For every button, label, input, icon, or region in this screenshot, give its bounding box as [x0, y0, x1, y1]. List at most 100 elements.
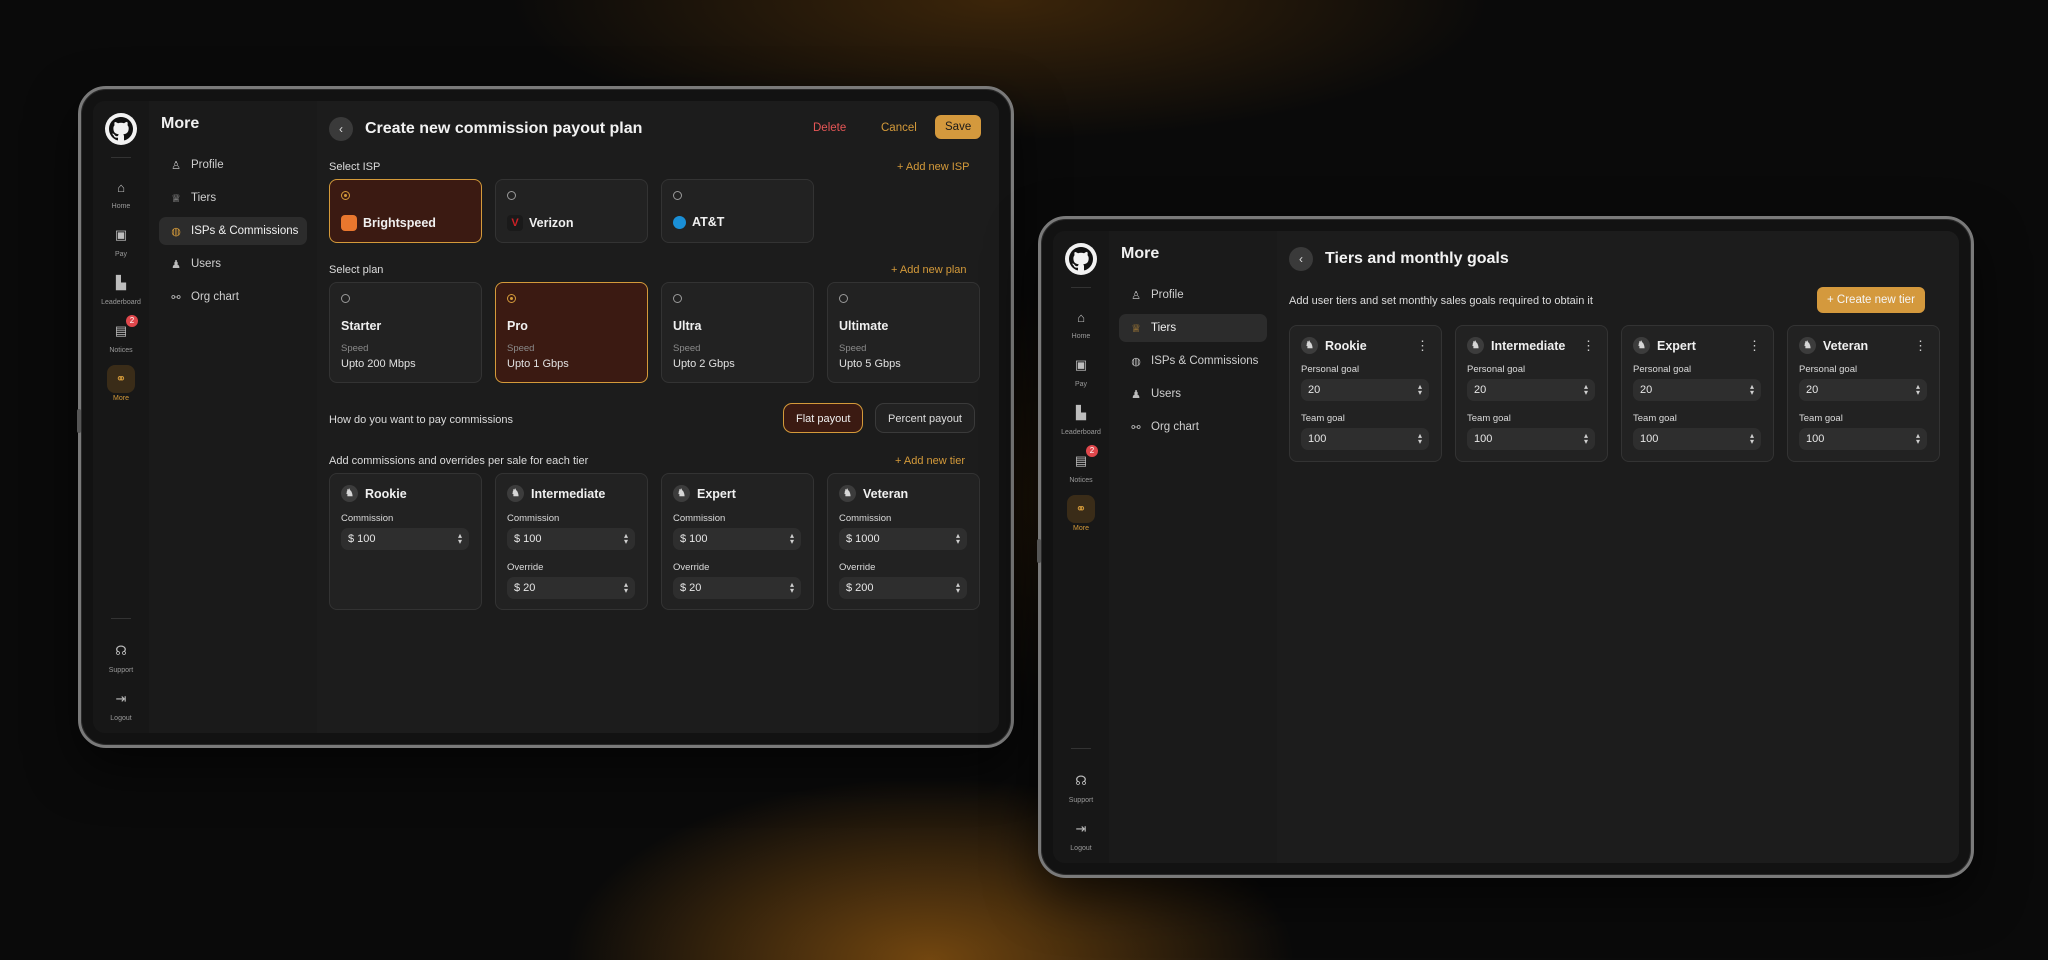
stepper-arrows-icon[interactable]: ▴ ▾	[790, 581, 794, 595]
rail-item-notices[interactable]: ▤ 2 Notices	[93, 315, 149, 354]
override-stepper[interactable]: $ 20 ▴ ▾	[507, 577, 635, 599]
back-button[interactable]: ‹	[329, 117, 353, 141]
team-goal-stepper[interactable]: 100 ▴ ▾	[1799, 428, 1927, 450]
override-stepper[interactable]: $ 200 ▴ ▾	[839, 577, 967, 599]
personal-goal-stepper[interactable]: 20 ▴ ▾	[1633, 379, 1761, 401]
commission-stepper[interactable]: $ 100 ▴ ▾	[673, 528, 801, 550]
rail-item-support[interactable]: ☊ Support	[93, 637, 149, 674]
tablet-right: ⌂ Home ▣ Pay ▙ Leaderboard ▤ 2 Notices ⚭ More …	[1037, 216, 1974, 878]
personal-goal-stepper[interactable]: 20 ▴ ▾	[1301, 379, 1429, 401]
more-options-icon[interactable]: ⋮	[1748, 338, 1761, 354]
radio-button[interactable]	[673, 191, 682, 200]
stepper-arrows-icon[interactable]: ▴ ▾	[956, 532, 960, 546]
cancel-button[interactable]: Cancel	[881, 122, 917, 134]
radio-button[interactable]	[341, 191, 350, 200]
page-subtitle: Add user tiers and set monthly sales goa…	[1289, 295, 1593, 307]
radio-button[interactable]	[507, 191, 516, 200]
rail-item-logout[interactable]: ⇥ Logout	[1053, 815, 1109, 852]
tablet-left: ⌂ Home ▣ Pay ▙ Leaderboard ▤ 2 Notices ⚭ More …	[77, 86, 1014, 748]
logout-icon: ⇥	[115, 691, 127, 706]
more-options-icon[interactable]: ⋮	[1914, 338, 1927, 354]
rail-item-support[interactable]: ☊ Support	[1053, 767, 1109, 804]
stepper-arrows-icon[interactable]: ▴ ▾	[1916, 383, 1920, 397]
save-button[interactable]: Save	[935, 115, 982, 139]
back-button[interactable]: ‹	[1289, 247, 1313, 271]
stepper-arrows-icon[interactable]: ▴ ▾	[624, 581, 628, 595]
isp-card-att[interactable]: AT&T	[661, 179, 814, 243]
more-options-icon[interactable]: ⋮	[1416, 338, 1429, 354]
menu-item-tiers[interactable]: ♕ Tiers	[159, 184, 307, 212]
isp-card-verizon[interactable]: V Verizon	[495, 179, 648, 243]
stepper-arrows-icon[interactable]: ▴ ▾	[458, 532, 462, 546]
rail-item-leaderboard[interactable]: ▙ Leaderboard	[93, 269, 149, 306]
stepper-arrows-icon[interactable]: ▴ ▾	[790, 532, 794, 546]
plan-card-pro[interactable]: Pro Speed Upto 1 Gbps	[495, 282, 648, 383]
rail-item-pay[interactable]: ▣ Pay	[1053, 351, 1109, 388]
stepper-arrows-icon[interactable]: ▴ ▾	[956, 581, 960, 595]
stepper-arrows-icon[interactable]: ▴ ▾	[624, 532, 628, 546]
radio-button[interactable]	[341, 294, 350, 303]
commission-stepper[interactable]: $ 100 ▴ ▾	[507, 528, 635, 550]
github-logo-icon[interactable]	[1065, 243, 1097, 275]
stepper-arrows-icon[interactable]: ▴ ▾	[1584, 432, 1588, 446]
tier-card-rookie: ♞ Rookie Commission $ 100 ▴ ▾	[329, 473, 482, 610]
add-isp-button[interactable]: + Add new ISP	[897, 161, 969, 173]
create-tier-button[interactable]: + Create new tier	[1817, 287, 1925, 313]
menu-item-users[interactable]: ♟ Users	[159, 250, 307, 278]
plan-card-starter[interactable]: Starter Speed Upto 200 Mbps	[329, 282, 482, 383]
rail-item-more[interactable]: ⚭ More	[1053, 495, 1109, 532]
more-options-icon[interactable]: ⋮	[1582, 338, 1595, 354]
commission-stepper[interactable]: $ 100 ▴ ▾	[341, 528, 469, 550]
menu-item-org-chart[interactable]: ⚯ Org chart	[1119, 413, 1267, 441]
percent-payout-toggle[interactable]: Percent payout	[875, 403, 975, 433]
override-stepper[interactable]: $ 20 ▴ ▾	[673, 577, 801, 599]
stepper-arrows-icon[interactable]: ▴ ▾	[1584, 383, 1588, 397]
add-tier-button[interactable]: + Add new tier	[895, 455, 965, 467]
rail-item-notices[interactable]: ▤ 2 Notices	[1053, 445, 1109, 484]
delete-button[interactable]: Delete	[813, 122, 846, 134]
home-icon: ⌂	[1077, 309, 1085, 325]
team-goal-stepper[interactable]: 100 ▴ ▾	[1467, 428, 1595, 450]
github-logo-icon[interactable]	[105, 113, 137, 145]
menu-item-tiers[interactable]: ♕ Tiers	[1119, 314, 1267, 342]
rail-item-home[interactable]: ⌂ Home	[93, 173, 149, 211]
menu-item-profile[interactable]: ♙ Profile	[159, 151, 307, 179]
menu-item-org-chart[interactable]: ⚯ Org chart	[159, 283, 307, 311]
stepper-arrows-icon[interactable]: ▴ ▾	[1418, 432, 1422, 446]
settings-menu: More ♙ Profile ♕ Tiers ◍ ISPs & Commissions…	[1109, 231, 1277, 863]
message-icon: ▤ 2	[1067, 445, 1098, 475]
radio-button[interactable]	[673, 294, 682, 303]
personal-goal-stepper[interactable]: 20 ▴ ▾	[1467, 379, 1595, 401]
stepper-arrows-icon[interactable]: ▴ ▾	[1750, 383, 1754, 397]
team-goal-stepper[interactable]: 100 ▴ ▾	[1633, 428, 1761, 450]
link-icon: ⚭	[1067, 495, 1095, 523]
stepper-arrows-icon[interactable]: ▴ ▾	[1916, 432, 1920, 446]
radio-button[interactable]	[507, 294, 516, 303]
plus-icon: +	[895, 455, 904, 467]
rail-item-more[interactable]: ⚭ More	[93, 365, 149, 402]
radio-button[interactable]	[839, 294, 848, 303]
menu-item-profile[interactable]: ♙ Profile	[1119, 281, 1267, 309]
trophy-icon: ♕	[1131, 322, 1141, 335]
wallet-icon: ▣	[1074, 357, 1088, 372]
flat-payout-toggle[interactable]: Flat payout	[783, 403, 864, 433]
menu-item-users[interactable]: ♟ Users	[1119, 380, 1267, 408]
menu-item-isps[interactable]: ◍ ISPs & Commissions	[159, 217, 307, 245]
rail-item-leaderboard[interactable]: ▙ Leaderboard	[1053, 399, 1109, 436]
menu-title: More	[161, 115, 200, 132]
stepper-arrows-icon[interactable]: ▴ ▾	[1750, 432, 1754, 446]
team-goal-stepper[interactable]: 100 ▴ ▾	[1301, 428, 1429, 450]
home-icon: ⌂	[117, 179, 125, 195]
rail-item-logout[interactable]: ⇥ Logout	[93, 685, 149, 722]
commission-stepper[interactable]: $ 1000 ▴ ▾	[839, 528, 967, 550]
plan-card-ultra[interactable]: Ultra Speed Upto 2 Gbps	[661, 282, 814, 383]
isp-card-brightspeed[interactable]: Brightspeed	[329, 179, 482, 243]
rail-item-pay[interactable]: ▣ Pay	[93, 221, 149, 258]
add-plan-button[interactable]: + Add new plan	[891, 264, 967, 276]
personal-goal-stepper[interactable]: 20 ▴ ▾	[1799, 379, 1927, 401]
stepper-arrows-icon[interactable]: ▴ ▾	[1418, 383, 1422, 397]
rail-item-home[interactable]: ⌂ Home	[1053, 303, 1109, 341]
menu-item-isps[interactable]: ◍ ISPs & Commissions	[1119, 347, 1267, 375]
user-icon: ♙	[1131, 289, 1141, 302]
plan-card-ultimate[interactable]: Ultimate Speed Upto 5 Gbps	[827, 282, 980, 383]
